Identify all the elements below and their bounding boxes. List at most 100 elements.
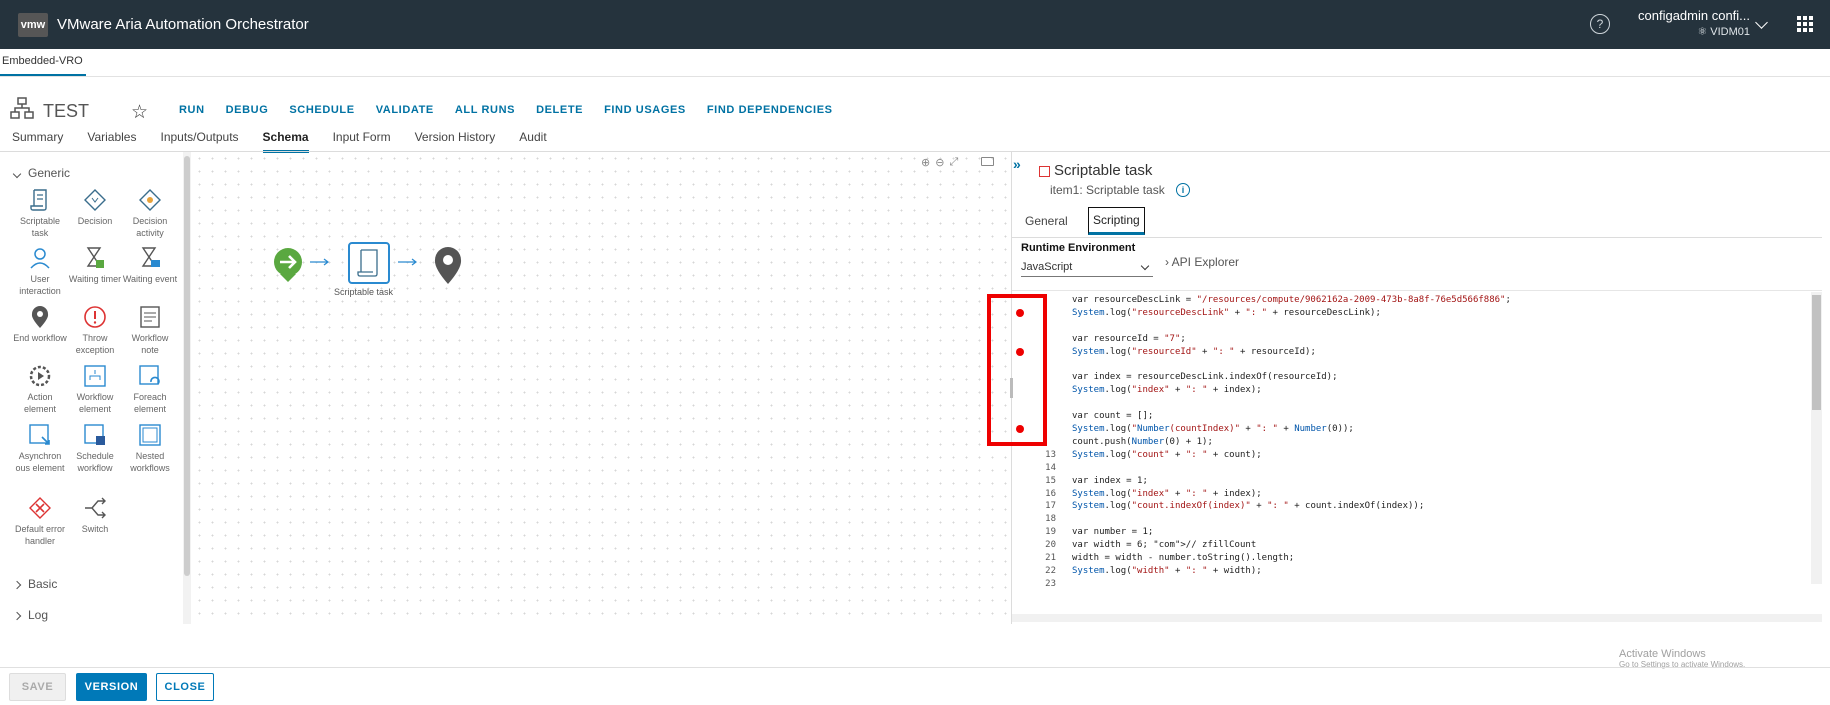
palette-item-default-error-handler[interactable]: Default error handler	[12, 496, 68, 547]
user-menu[interactable]: configadmin confi... ⚛ VIDM01	[1638, 8, 1750, 38]
code-line[interactable]: var number = 1;	[1072, 526, 1153, 539]
keyboard-icon[interactable]	[981, 157, 994, 166]
code-line[interactable]: System.log("width" + ": " + width);	[1072, 565, 1262, 578]
palette-item-foreach-element[interactable]: Foreach element	[122, 364, 178, 415]
line-number[interactable]: 14	[1038, 462, 1056, 475]
palette-item-workflow-element[interactable]: Workflow element	[67, 364, 123, 415]
close-button[interactable]: CLOSE	[156, 673, 214, 701]
code-line[interactable]: var index = 1;	[1072, 475, 1148, 488]
tab-inputs-outputs[interactable]: Inputs/Outputs	[160, 130, 238, 153]
palette-group-log[interactable]: Log	[12, 608, 48, 622]
runtime-select[interactable]: JavaScript	[1021, 259, 1153, 277]
palette-group-basic[interactable]: Basic	[12, 577, 57, 591]
editor-horizontal-scrollbar[interactable]	[1012, 614, 1822, 622]
line-number[interactable]: 19	[1038, 526, 1056, 539]
palette-item-label: Asynchron ous element	[15, 451, 65, 473]
validate-button[interactable]: VALIDATE	[376, 104, 434, 116]
run-button[interactable]: RUN	[179, 104, 205, 116]
help-icon[interactable]: ?	[1590, 14, 1610, 34]
workflow-tabs: Summary Variables Inputs/Outputs Schema …	[12, 130, 571, 153]
code-line[interactable]: System.log("count.indexOf(index)" + ": "…	[1072, 500, 1424, 513]
line-number[interactable]: 16	[1038, 488, 1056, 501]
env-tab-embedded-vro[interactable]: Embedded-VRO	[0, 49, 86, 76]
code-line[interactable]: System.log("index" + ": " + index);	[1072, 384, 1262, 397]
schedule-workflow-icon	[84, 424, 105, 445]
fit-to-screen-icon[interactable]: ⤢	[949, 156, 958, 169]
tab-version-history[interactable]: Version History	[415, 130, 496, 153]
code-line[interactable]: System.log("count" + ": " + count);	[1072, 449, 1262, 462]
line-number[interactable]: 15	[1038, 475, 1056, 488]
palette-scroll-thumb[interactable]	[184, 156, 190, 576]
star-icon[interactable]: ☆	[131, 101, 148, 124]
code-line[interactable]: System.log("index" + ": " + index);	[1072, 488, 1262, 501]
palette-item-scriptable-task[interactable]: Scriptable task	[12, 188, 68, 239]
palette-item-schedule-workflow[interactable]: Schedule workflow	[67, 423, 123, 474]
watermark-line1: Activate Windows	[1619, 648, 1706, 660]
group-label: Generic	[28, 166, 71, 180]
code-line[interactable]: var width = 6; "com">// zfillCount	[1072, 539, 1256, 552]
connector-arrow	[398, 258, 417, 266]
schedule-button[interactable]: SCHEDULE	[289, 104, 354, 116]
tab-scripting[interactable]: Scripting	[1088, 207, 1145, 235]
line-number[interactable]: 17	[1038, 500, 1056, 513]
palette-group-generic[interactable]: Generic	[12, 166, 71, 180]
scriptable-task-node[interactable]	[348, 242, 390, 284]
debug-button[interactable]: DEBUG	[226, 104, 269, 116]
footer-bar	[0, 667, 1830, 705]
workflow-title: TEST	[43, 101, 90, 121]
code-line[interactable]: width = width - number.toString().length…	[1072, 552, 1294, 565]
info-icon[interactable]: i	[1176, 183, 1190, 197]
code-line[interactable]: var count = [];	[1072, 410, 1153, 423]
delete-button[interactable]: DELETE	[536, 104, 583, 116]
tab-schema[interactable]: Schema	[262, 130, 309, 153]
palette-item-end-workflow[interactable]: End workflow	[12, 305, 68, 344]
palette-item-action-element[interactable]: Action element	[12, 364, 68, 415]
palette-item-nested-workflows[interactable]: Nested workflows	[122, 423, 178, 474]
line-number[interactable]: 18	[1038, 513, 1056, 526]
tab-audit[interactable]: Audit	[519, 130, 546, 153]
line-number[interactable]: 21	[1038, 552, 1056, 565]
start-node[interactable]	[274, 248, 302, 282]
schema-canvas[interactable]	[193, 152, 1011, 624]
tab-variables[interactable]: Variables	[87, 130, 136, 153]
activate-windows-watermark: Activate Windows Go to Settings to activ…	[1619, 648, 1745, 669]
tab-input-form[interactable]: Input Form	[333, 130, 391, 153]
version-button[interactable]: VERSION	[76, 673, 147, 701]
palette-item-user-interaction[interactable]: User interaction	[12, 246, 68, 297]
code-line[interactable]: System.log("resourceId" + ": " + resourc…	[1072, 346, 1316, 359]
app-switcher-icon[interactable]	[1797, 16, 1813, 32]
api-explorer-toggle[interactable]: › API Explorer	[1165, 255, 1239, 269]
find-usages-button[interactable]: FIND USAGES	[604, 104, 686, 116]
palette-item-workflow-note[interactable]: Workflow note	[122, 305, 178, 356]
palette-item-async-element[interactable]: Asynchron ous element	[12, 423, 68, 474]
palette-item-waiting-timer[interactable]: Waiting timer	[67, 246, 123, 285]
zoom-in-icon[interactable]: ⊕	[921, 156, 930, 169]
code-line[interactable]: count.push(Number(0) + 1);	[1072, 436, 1213, 449]
zoom-out-icon[interactable]: ⊖	[935, 156, 944, 169]
line-number[interactable]: 22	[1038, 565, 1056, 578]
palette-item-decision[interactable]: Decision	[67, 188, 123, 227]
editor-scroll-thumb[interactable]	[1812, 295, 1821, 410]
palette-item-decision-activity[interactable]: Decision activity	[122, 188, 178, 239]
line-number[interactable]: 23	[1038, 578, 1056, 591]
palette-item-throw-exception[interactable]: Throw exception	[67, 305, 123, 356]
line-number[interactable]: 13	[1038, 449, 1056, 462]
app-title: VMware Aria Automation Orchestrator	[57, 16, 309, 33]
line-number[interactable]: 20	[1038, 539, 1056, 552]
palette-item-switch[interactable]: Switch	[67, 496, 123, 535]
code-line[interactable]: var resourceId = "7";	[1072, 333, 1186, 346]
tab-summary[interactable]: Summary	[12, 130, 63, 153]
all-runs-button[interactable]: ALL RUNS	[455, 104, 515, 116]
collapse-panel-icon[interactable]: »	[1013, 156, 1021, 172]
highlight-annotation-box	[987, 294, 1047, 446]
save-button[interactable]: SAVE	[9, 673, 66, 701]
palette-item-waiting-event[interactable]: Waiting event	[122, 246, 178, 285]
code-line[interactable]: System.log("Number(countIndex)" + ": " +…	[1072, 423, 1354, 436]
end-node[interactable]	[434, 247, 462, 284]
palette-item-label: Workflow element	[76, 392, 114, 414]
find-dependencies-button[interactable]: FIND DEPENDENCIES	[707, 104, 833, 116]
code-line[interactable]: var index = resourceDescLink.indexOf(res…	[1072, 371, 1338, 384]
code-line[interactable]: System.log("resourceDescLink" + ": " + r…	[1072, 307, 1381, 320]
tab-general[interactable]: General	[1025, 214, 1068, 228]
code-line[interactable]: var resourceDescLink = "/resources/compu…	[1072, 294, 1511, 307]
